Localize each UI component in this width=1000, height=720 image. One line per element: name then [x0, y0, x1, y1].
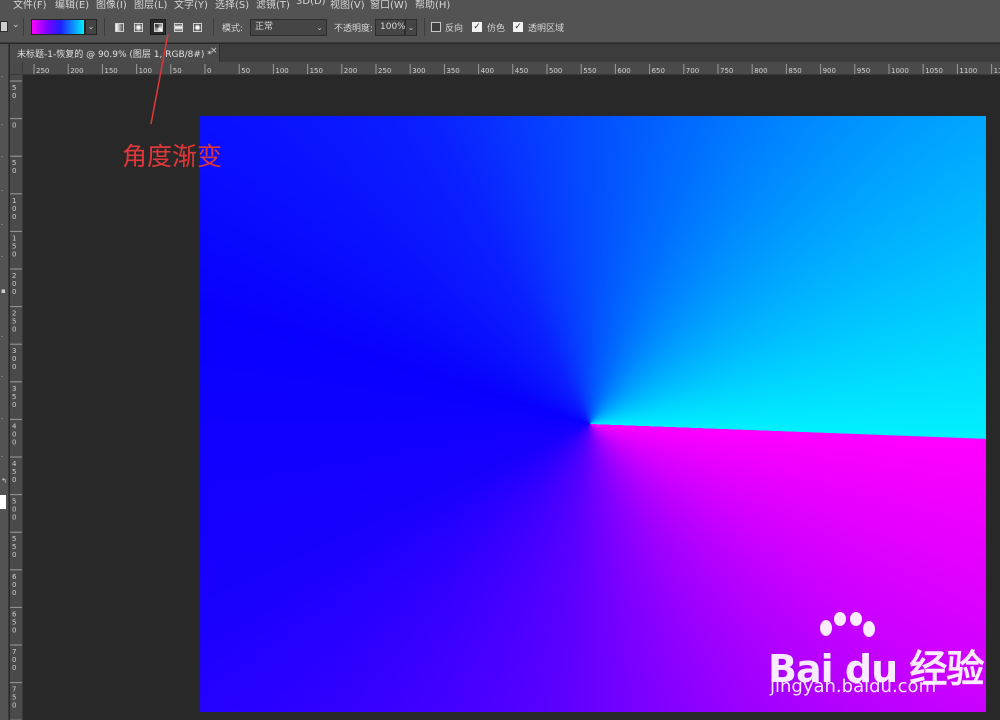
photoshop-window: 文件(F) 编辑(E) 图像(I) 图层(L) 文字(Y) 选择(S) 滤镜(T) 3D(D)…	[0, 0, 1000, 720]
watermark-url: jingyan.baidu.com	[770, 676, 937, 697]
annotation-label: 角度渐变	[122, 142, 223, 171]
baidu-watermark: Bai du 经验 jingyan.baidu.com	[768, 612, 984, 702]
